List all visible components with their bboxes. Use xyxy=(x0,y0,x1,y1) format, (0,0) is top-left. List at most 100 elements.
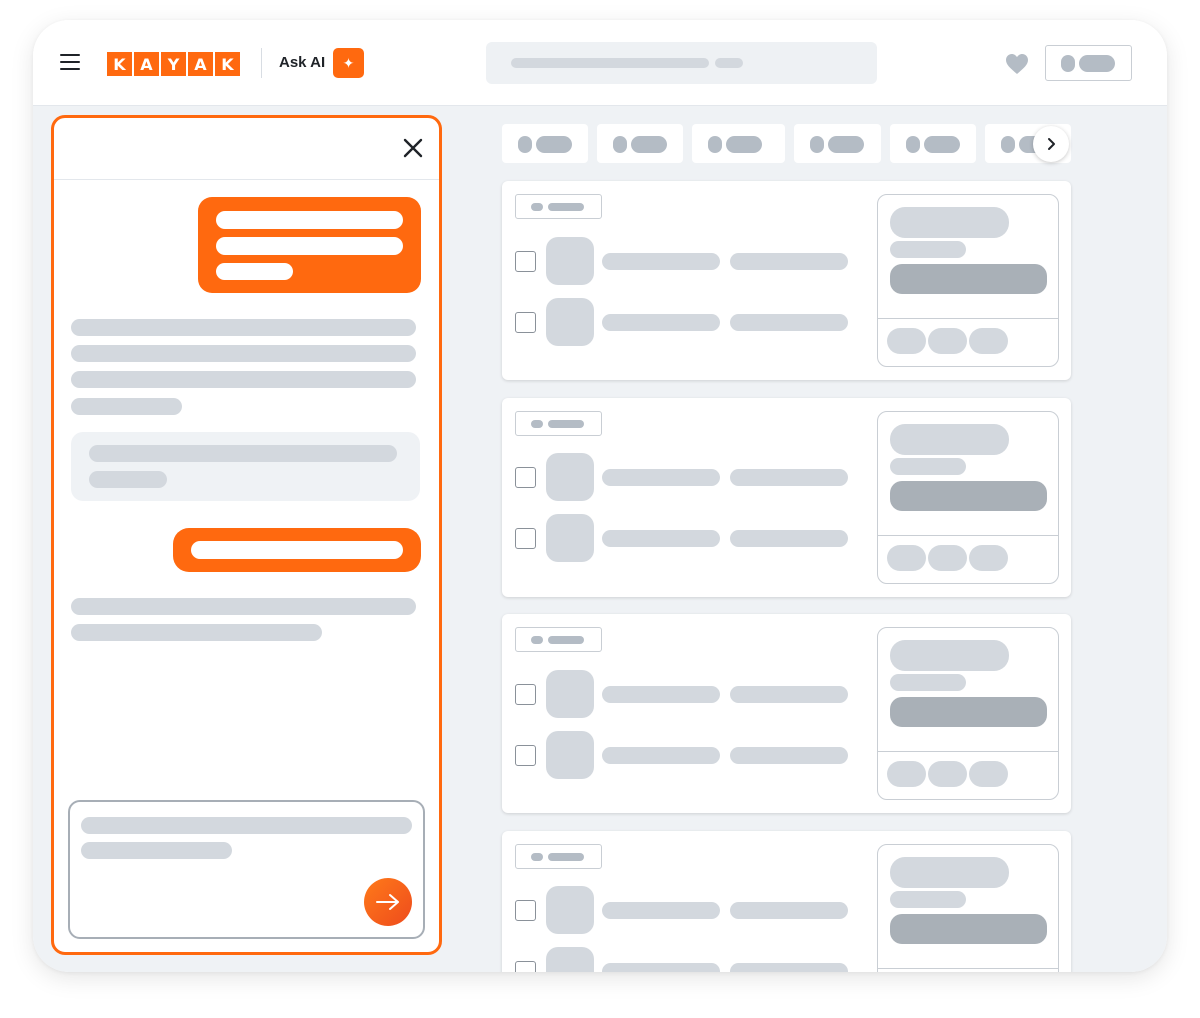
select-deal-button[interactable] xyxy=(890,697,1047,727)
app-window: K A Y A K Ask AI ✦ xyxy=(33,20,1167,972)
assistant-text-line xyxy=(71,398,182,415)
airline-logo xyxy=(546,947,594,972)
leg-detail-line xyxy=(730,747,848,764)
suggestion-line xyxy=(89,471,167,488)
assistant-text-line xyxy=(71,345,416,362)
compare-checkbox[interactable] xyxy=(515,312,536,333)
action-pill[interactable] xyxy=(928,328,967,354)
leg-detail-line xyxy=(730,314,848,331)
action-pill[interactable] xyxy=(969,761,1008,787)
price-line xyxy=(890,424,1009,455)
result-card[interactable] xyxy=(502,181,1071,380)
airline-logo xyxy=(546,731,594,779)
leg-detail-line xyxy=(602,963,720,972)
logo-letter: K xyxy=(215,52,240,76)
compare-checkbox[interactable] xyxy=(515,900,536,921)
logo-letter: Y xyxy=(161,52,186,76)
chevron-right-icon[interactable] xyxy=(1033,126,1069,162)
select-deal-button[interactable] xyxy=(890,481,1047,511)
airline-logo xyxy=(546,886,594,934)
header-divider xyxy=(261,48,262,78)
action-pill[interactable] xyxy=(928,761,967,787)
message-line xyxy=(216,263,293,280)
filter-chip[interactable] xyxy=(794,124,881,163)
message-line xyxy=(216,237,403,255)
send-button[interactable] xyxy=(364,878,412,926)
select-deal-button[interactable] xyxy=(890,914,1047,944)
action-pill[interactable] xyxy=(887,545,926,571)
user-message-bubble xyxy=(173,528,421,572)
result-tag xyxy=(515,411,602,436)
suggestion-line xyxy=(89,445,397,462)
airline-logo xyxy=(546,514,594,562)
account-button[interactable] xyxy=(1045,45,1132,81)
leg-detail-line xyxy=(602,253,720,270)
leg-detail-line xyxy=(730,963,848,972)
result-tag xyxy=(515,194,602,219)
heart-icon[interactable] xyxy=(1005,53,1029,75)
compare-checkbox[interactable] xyxy=(515,528,536,549)
search-input[interactable] xyxy=(486,42,877,84)
ask-ai-panel xyxy=(51,115,442,955)
close-icon[interactable] xyxy=(401,136,425,160)
leg-detail-line xyxy=(730,902,848,919)
filter-chip[interactable] xyxy=(890,124,976,163)
compare-checkbox[interactable] xyxy=(515,684,536,705)
assistant-text-line xyxy=(71,624,322,641)
price-line xyxy=(890,857,1009,888)
price-divider xyxy=(878,535,1058,536)
chat-input[interactable] xyxy=(68,800,425,939)
filter-chip[interactable] xyxy=(692,124,785,163)
hamburger-menu-icon[interactable] xyxy=(60,54,80,72)
price-subline xyxy=(890,241,966,258)
message-line xyxy=(191,541,403,559)
leg-detail-line xyxy=(602,902,720,919)
filter-chip[interactable] xyxy=(502,124,588,163)
compare-checkbox[interactable] xyxy=(515,745,536,766)
message-line xyxy=(216,211,403,229)
search-placeholder-line xyxy=(511,58,709,68)
price-line xyxy=(890,207,1009,238)
filter-chip[interactable] xyxy=(597,124,683,163)
account-placeholder-line xyxy=(1079,55,1115,72)
assistant-text-line xyxy=(71,598,416,615)
airline-logo xyxy=(546,670,594,718)
result-card[interactable] xyxy=(502,831,1071,972)
ask-ai-label[interactable]: Ask AI xyxy=(279,54,325,71)
leg-detail-line xyxy=(730,469,848,486)
assistant-suggestion-card[interactable] xyxy=(71,432,420,501)
search-placeholder-line xyxy=(715,58,743,68)
action-pill[interactable] xyxy=(887,761,926,787)
logo-letter: A xyxy=(134,52,159,76)
action-pill[interactable] xyxy=(928,545,967,571)
compare-checkbox[interactable] xyxy=(515,961,536,972)
action-pill[interactable] xyxy=(887,328,926,354)
assistant-text-line xyxy=(71,371,416,388)
leg-detail-line xyxy=(730,686,848,703)
leg-detail-line xyxy=(602,747,720,764)
result-card[interactable] xyxy=(502,614,1071,813)
sparkle-icon[interactable]: ✦ xyxy=(333,48,364,78)
result-card[interactable] xyxy=(502,398,1071,597)
user-message-bubble xyxy=(198,197,421,293)
leg-detail-line xyxy=(602,686,720,703)
price-subline xyxy=(890,458,966,475)
price-box xyxy=(877,194,1059,367)
result-tag xyxy=(515,627,602,652)
compare-checkbox[interactable] xyxy=(515,467,536,488)
logo-letter: K xyxy=(107,52,132,76)
leg-detail-line xyxy=(602,314,720,331)
leg-detail-line xyxy=(602,530,720,547)
action-pill[interactable] xyxy=(969,545,1008,571)
price-subline xyxy=(890,674,966,691)
kayak-logo[interactable]: K A Y A K xyxy=(107,52,240,76)
logo-letter: A xyxy=(188,52,213,76)
account-placeholder-dot xyxy=(1061,55,1075,72)
price-box xyxy=(877,411,1059,584)
leg-detail-line xyxy=(602,469,720,486)
compare-checkbox[interactable] xyxy=(515,251,536,272)
action-pill[interactable] xyxy=(969,328,1008,354)
top-header: K A Y A K Ask AI ✦ xyxy=(33,20,1167,106)
leg-detail-line xyxy=(730,253,848,270)
select-deal-button[interactable] xyxy=(890,264,1047,294)
